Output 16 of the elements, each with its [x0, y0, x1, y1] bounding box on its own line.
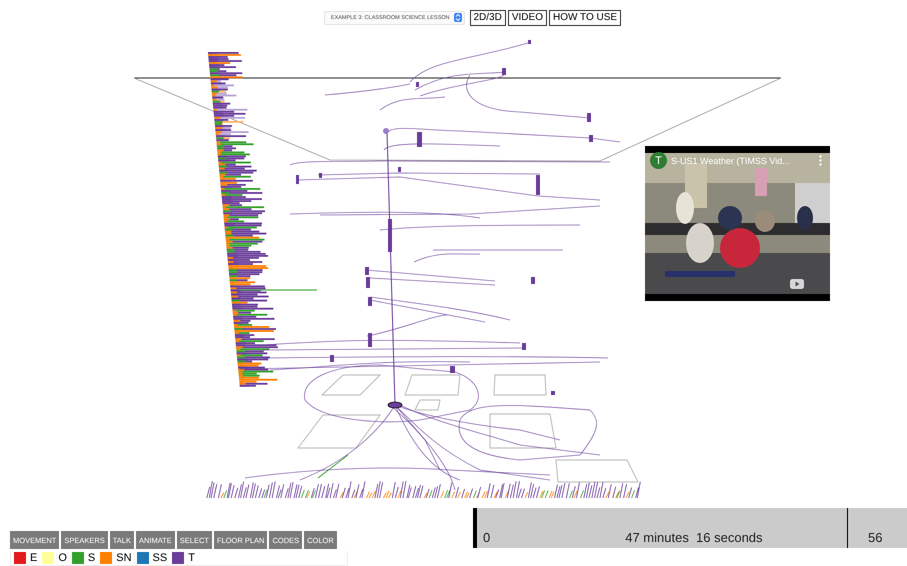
end-time: 56: [868, 530, 882, 545]
current-time: 47 minutes 16 seconds: [625, 530, 763, 545]
spinner-icon: [454, 13, 462, 22]
legend-label: SN: [116, 552, 132, 564]
legend-label: S: [88, 552, 96, 564]
header-button[interactable]: HOW TO USE: [548, 10, 622, 26]
start-time: 0: [483, 530, 490, 545]
header-button[interactable]: 2D/3D: [470, 10, 506, 26]
legend-label: SS: [152, 552, 168, 564]
legend-label: O: [58, 552, 67, 564]
legend-label: T: [188, 552, 195, 564]
play-logo-icon[interactable]: [790, 279, 804, 289]
header-button[interactable]: VIDEO: [508, 10, 547, 26]
legend-label: E: [30, 552, 38, 564]
timeline[interactable]: 0 47 minutes 16 seconds 56: [473, 508, 907, 548]
video-player[interactable]: T S-US1 Weather (TIMSS Vid...: [645, 146, 830, 301]
